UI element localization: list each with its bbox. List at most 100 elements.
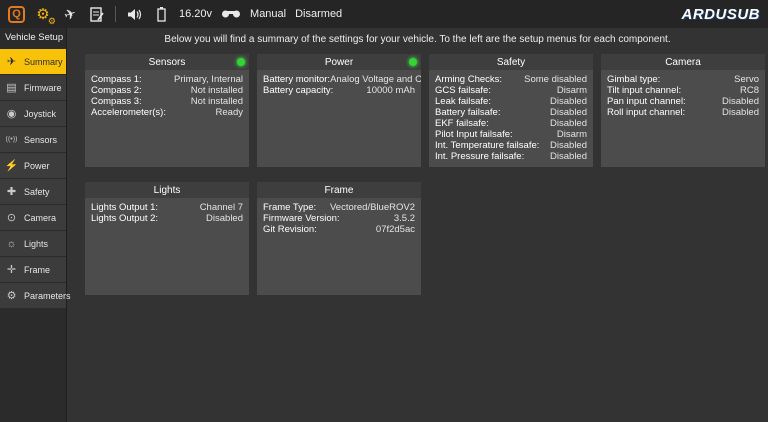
summary-row: Accelerometer(s):Ready (91, 107, 243, 118)
joystick-icon: ◉ (3, 107, 20, 120)
summary-row: Lights Output 1:Channel 7 (91, 202, 243, 213)
sidebar-item-firmware[interactable]: ▤ Firmware (0, 75, 66, 100)
lights-icon: ☼ (3, 238, 20, 250)
armed-state-indicator[interactable]: Disarmed (295, 8, 342, 20)
sidebar-item-frame[interactable]: ✛Frame (0, 257, 66, 282)
summary-row: Compass 3:Not installed (91, 96, 243, 107)
summary-row: Battery capacity:10000 mAh (263, 85, 415, 96)
sidebar-item-sensors[interactable]: ((•)) Sensors (0, 127, 66, 152)
sidebar-item-label: Lights (24, 239, 48, 249)
summary-main: Below you will find a summary of the set… (67, 28, 768, 422)
summary-icon: ✈ (3, 55, 20, 68)
row-label: Pan input channel: (607, 96, 686, 107)
sidebar-menu: ✈ Summary ▤ Firmware ◉Joystick ((•)) Sensors ⚡P… (0, 49, 66, 308)
sidebar-item-label: Sensors (24, 135, 57, 145)
sensors-icon: ((•)) (3, 136, 20, 143)
summary-card-sensors: SensorsCompass 1:Primary, InternalCompas… (85, 54, 249, 167)
row-value: Disabled (206, 213, 243, 224)
sidebar-item-camera[interactable]: ⊙Camera (0, 205, 66, 230)
vehicle-setup-gears-icon[interactable]: ⚙⚙ (34, 4, 52, 24)
battery-voltage-value[interactable]: 16.20v (179, 8, 212, 20)
sidebar-item-label: Camera (24, 213, 56, 223)
sidebar-item-safety[interactable]: ✚Safety (0, 179, 66, 204)
summary-row: Compass 2:Not installed (91, 85, 243, 96)
sidebar-item-label: Firmware (24, 83, 62, 93)
summary-row: Tilt input channel:RC8 (607, 85, 759, 96)
card-body: Gimbal type: ServoTilt input channel:RC8P… (601, 70, 765, 122)
card-title: Safety (497, 57, 525, 68)
flight-mode-indicator[interactable]: Manual (250, 8, 286, 20)
card-body: Lights Output 1:Channel 7Lights Output 2… (85, 198, 249, 228)
sidebar-item-joystick[interactable]: ◉Joystick (0, 101, 66, 126)
card-header: Lights (85, 182, 249, 198)
row-label: Compass 1: (91, 74, 142, 85)
summary-row: Pan input channel:Disabled (607, 96, 759, 107)
analyze-view-icon[interactable] (88, 4, 106, 24)
row-label: Int. Temperature failsafe: (435, 140, 539, 151)
row-value: Vectored/BlueROV2 (330, 202, 415, 213)
summary-row: Int. Temperature failsafe:Disabled (435, 140, 587, 151)
sidebar-item-lights[interactable]: ☼ Lights (0, 231, 66, 256)
content-area: Vehicle Setup ✈ Summary ▤ Firmware ◉Joystick… (0, 28, 768, 422)
qgroundcontrol-logo-icon[interactable]: Q (8, 6, 25, 23)
battery-indicator-icon[interactable] (152, 4, 170, 24)
row-label: Compass 2: (91, 85, 142, 96)
sidebar-item-label: Summary (24, 57, 63, 67)
status-ok-dot (409, 58, 417, 66)
status-ok-dot (237, 58, 245, 66)
summary-card-safety: Safety Arming Checks:Some disabledGCS fai… (429, 54, 593, 167)
row-value: Ready (216, 107, 243, 118)
audio-speaker-icon[interactable] (125, 4, 143, 24)
fly-view-plane-icon[interactable]: ✈ (58, 2, 82, 27)
row-value: Primary, Internal (174, 74, 243, 85)
row-label: Battery monitor: (263, 74, 330, 85)
summary-description: Below you will find a summary of the set… (67, 32, 768, 47)
summary-row: Arming Checks:Some disabled (435, 74, 587, 85)
sidebar-item-summary[interactable]: ✈ Summary (0, 49, 66, 74)
summary-card-frame: Frame Frame Type:Vectored/BlueROV2Firmwar… (257, 182, 421, 295)
summary-row: Firmware Version:3.5.2 (263, 213, 415, 224)
row-value: Disabled (550, 151, 587, 162)
row-value: Disabled (550, 118, 587, 129)
row-label: EKF failsafe: (435, 118, 489, 129)
summary-row: Lights Output 2:Disabled (91, 213, 243, 224)
row-label: GCS failsafe: (435, 85, 491, 96)
row-label: Git Revision: (263, 224, 317, 235)
card-title: Power (325, 57, 353, 68)
sidebar-item-power[interactable]: ⚡Power (0, 153, 66, 178)
card-header: Camera (601, 54, 765, 70)
card-title: Lights (154, 185, 181, 196)
summary-row: Roll input channel:Disabled (607, 107, 759, 118)
summary-row: Compass 1: Primary, Internal (91, 74, 243, 85)
parameters-icon: ⚙ (3, 289, 20, 302)
sidebar-title: Vehicle Setup (0, 28, 66, 49)
summary-row: Battery failsafe: Disabled (435, 107, 587, 118)
card-body: Frame Type:Vectored/BlueROV2Firmware Ver… (257, 198, 421, 239)
safety-icon: ✚ (3, 185, 20, 198)
sidebar-item-label: Frame (24, 265, 50, 275)
top-toolbar: Q ⚙⚙ ✈ 16.20v Manual Di (0, 0, 768, 28)
ardusub-logo: ARDUSUB (682, 6, 761, 23)
row-label: Battery failsafe: (435, 107, 500, 118)
card-header: Power (257, 54, 421, 70)
sidebar-item-parameters[interactable]: ⚙Parameters (0, 283, 66, 308)
summary-row: Battery monitor:Analog Voltage and Curre… (263, 74, 415, 85)
summary-row: Pilot Input failsafe:Disarm (435, 129, 587, 140)
row-value: Servo (734, 74, 759, 85)
row-value: Disabled (550, 107, 587, 118)
summary-row: Git Revision:07f2d5ac (263, 224, 415, 235)
row-value: Some disabled (524, 74, 587, 85)
row-label: Gimbal type: (607, 74, 660, 85)
firmware-icon: ▤ (3, 81, 20, 94)
row-value: Not installed (191, 96, 243, 107)
card-body: Battery monitor:Analog Voltage and Curre… (257, 70, 421, 100)
joystick-indicator-icon[interactable] (221, 4, 241, 24)
card-header: Sensors (85, 54, 249, 70)
summary-card-lights: Lights Lights Output 1:Channel 7Lights Ou… (85, 182, 249, 295)
row-label: Leak failsafe: (435, 96, 491, 107)
row-value: Channel 7 (200, 202, 243, 213)
summary-row: GCS failsafe: Disarm (435, 85, 587, 96)
row-value: Disarm (557, 85, 587, 96)
card-title: Frame (325, 185, 354, 196)
row-value: Disabled (722, 107, 759, 118)
